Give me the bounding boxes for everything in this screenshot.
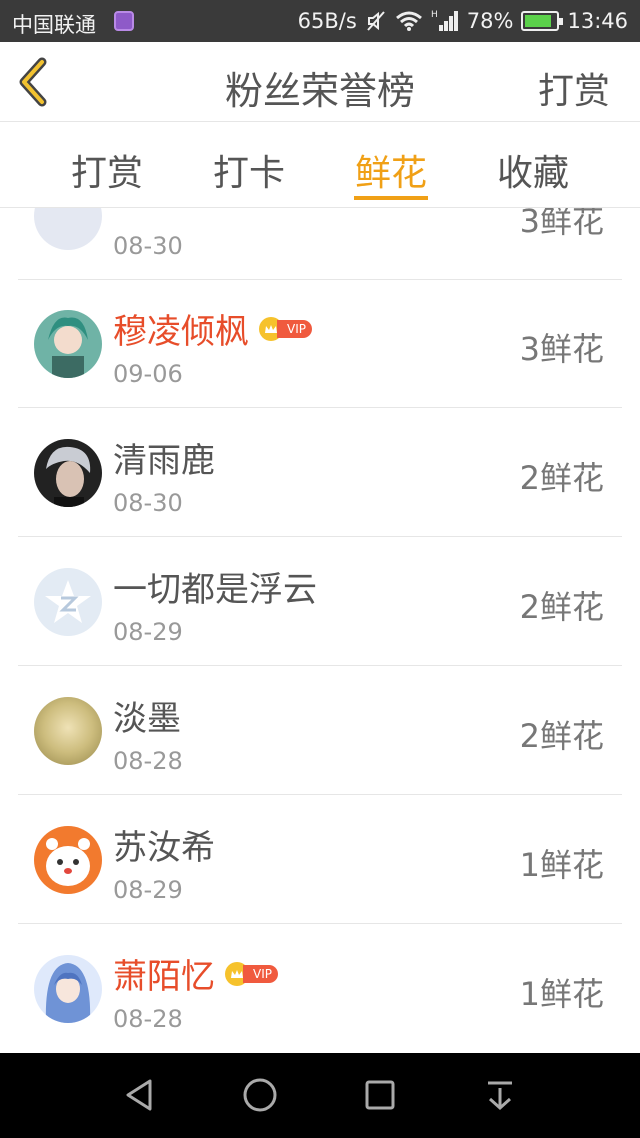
photo-avatar [34, 439, 102, 507]
date: 09-06 [113, 360, 183, 388]
mute-icon [365, 10, 387, 32]
flower-count: 2鲜花 [519, 717, 604, 755]
tab-checkin[interactable]: 打卡 [194, 144, 304, 196]
flower-count: 3鲜花 [519, 330, 604, 368]
user-name: 穆凌倾枫 [113, 312, 249, 352]
anime-avatar [34, 310, 102, 378]
list-item[interactable]: 苏汝希 08-29 1鲜花 [18, 796, 622, 924]
vip-label: VIP [243, 964, 278, 983]
list-item[interactable]: 淡墨 08-28 2鲜花 [18, 667, 622, 795]
user-name: 萧陌忆 [113, 957, 215, 997]
blurred-avatar [34, 697, 102, 765]
fan-list[interactable]: 08-30 3鲜花 穆凌倾枫 VIP 09-06 3鲜花 清雨鹿 08-30 2… [0, 208, 640, 1053]
date: 08-30 [113, 489, 183, 517]
battery-icon [521, 11, 564, 31]
list-item[interactable]: 一切都是浮云 08-29 2鲜花 [18, 538, 622, 666]
status-bar: 中国联通 65B/s H 78% 13:46 [0, 0, 640, 42]
tab-label: 鲜花 [354, 153, 427, 194]
battery-percent: 78% [466, 9, 514, 33]
tab-label: 收藏 [496, 153, 569, 194]
default-avatar [34, 208, 102, 250]
vip-badge: VIP [225, 961, 278, 986]
date: 08-30 [113, 232, 183, 260]
clock: 13:46 [567, 9, 628, 33]
flower-count: 1鲜花 [519, 975, 604, 1013]
date: 08-29 [113, 618, 183, 646]
nav-back-button[interactable] [120, 1075, 160, 1115]
header: 粉丝荣誉榜 打赏 [0, 42, 640, 122]
tip-button[interactable]: 打赏 [538, 62, 610, 114]
vip-badge: VIP [259, 316, 312, 341]
qq-default-avatar [34, 568, 102, 636]
nav-home-button[interactable] [240, 1075, 280, 1115]
tab-bar: 打赏 打卡 鲜花 收藏 [0, 122, 640, 208]
date: 08-28 [113, 747, 183, 775]
nav-notification-button[interactable] [480, 1075, 520, 1115]
list-item[interactable]: 08-30 3鲜花 [18, 208, 622, 280]
tab-favorites[interactable]: 收藏 [478, 144, 588, 196]
tab-label: 打赏 [70, 153, 143, 194]
flower-count: 1鲜花 [519, 846, 604, 884]
signal-icon: H [431, 9, 459, 33]
square-recents-icon [365, 1080, 395, 1110]
flower-count: 3鲜花 [519, 208, 604, 240]
carrier-label: 中国联通 [12, 13, 96, 37]
user-name: 清雨鹿 [113, 441, 215, 481]
network-speed: 65B/s [297, 9, 357, 33]
active-tab-indicator [354, 196, 428, 200]
flower-count: 2鲜花 [519, 588, 604, 626]
user-name: 一切都是浮云 [113, 570, 317, 610]
vip-label: VIP [277, 319, 312, 338]
cartoon-avatar [34, 826, 102, 894]
tab-tip[interactable]: 打赏 [52, 144, 162, 196]
wifi-icon [395, 10, 423, 32]
user-name: 淡墨 [113, 699, 181, 739]
flower-count: 2鲜花 [519, 459, 604, 497]
pull-down-icon [488, 1081, 512, 1111]
circle-home-icon [243, 1078, 277, 1112]
list-item[interactable]: 穆凌倾枫 VIP 09-06 3鲜花 [18, 280, 622, 408]
date: 08-29 [113, 876, 183, 904]
user-name: 苏汝希 [113, 828, 215, 868]
list-item[interactable]: 萧陌忆 VIP 08-28 1鲜花 [18, 925, 622, 1053]
list-item[interactable]: 清雨鹿 08-30 2鲜花 [18, 409, 622, 537]
svg-text:H: H [431, 10, 438, 20]
date: 08-28 [113, 1005, 183, 1033]
anime-girl-avatar [34, 955, 102, 1023]
tab-flowers[interactable]: 鲜花 [336, 144, 446, 204]
notification-app-icon [114, 11, 134, 31]
triangle-back-icon [126, 1079, 152, 1111]
nav-recents-button[interactable] [360, 1075, 400, 1115]
system-nav-bar [0, 1053, 640, 1138]
tab-label: 打卡 [212, 153, 285, 194]
